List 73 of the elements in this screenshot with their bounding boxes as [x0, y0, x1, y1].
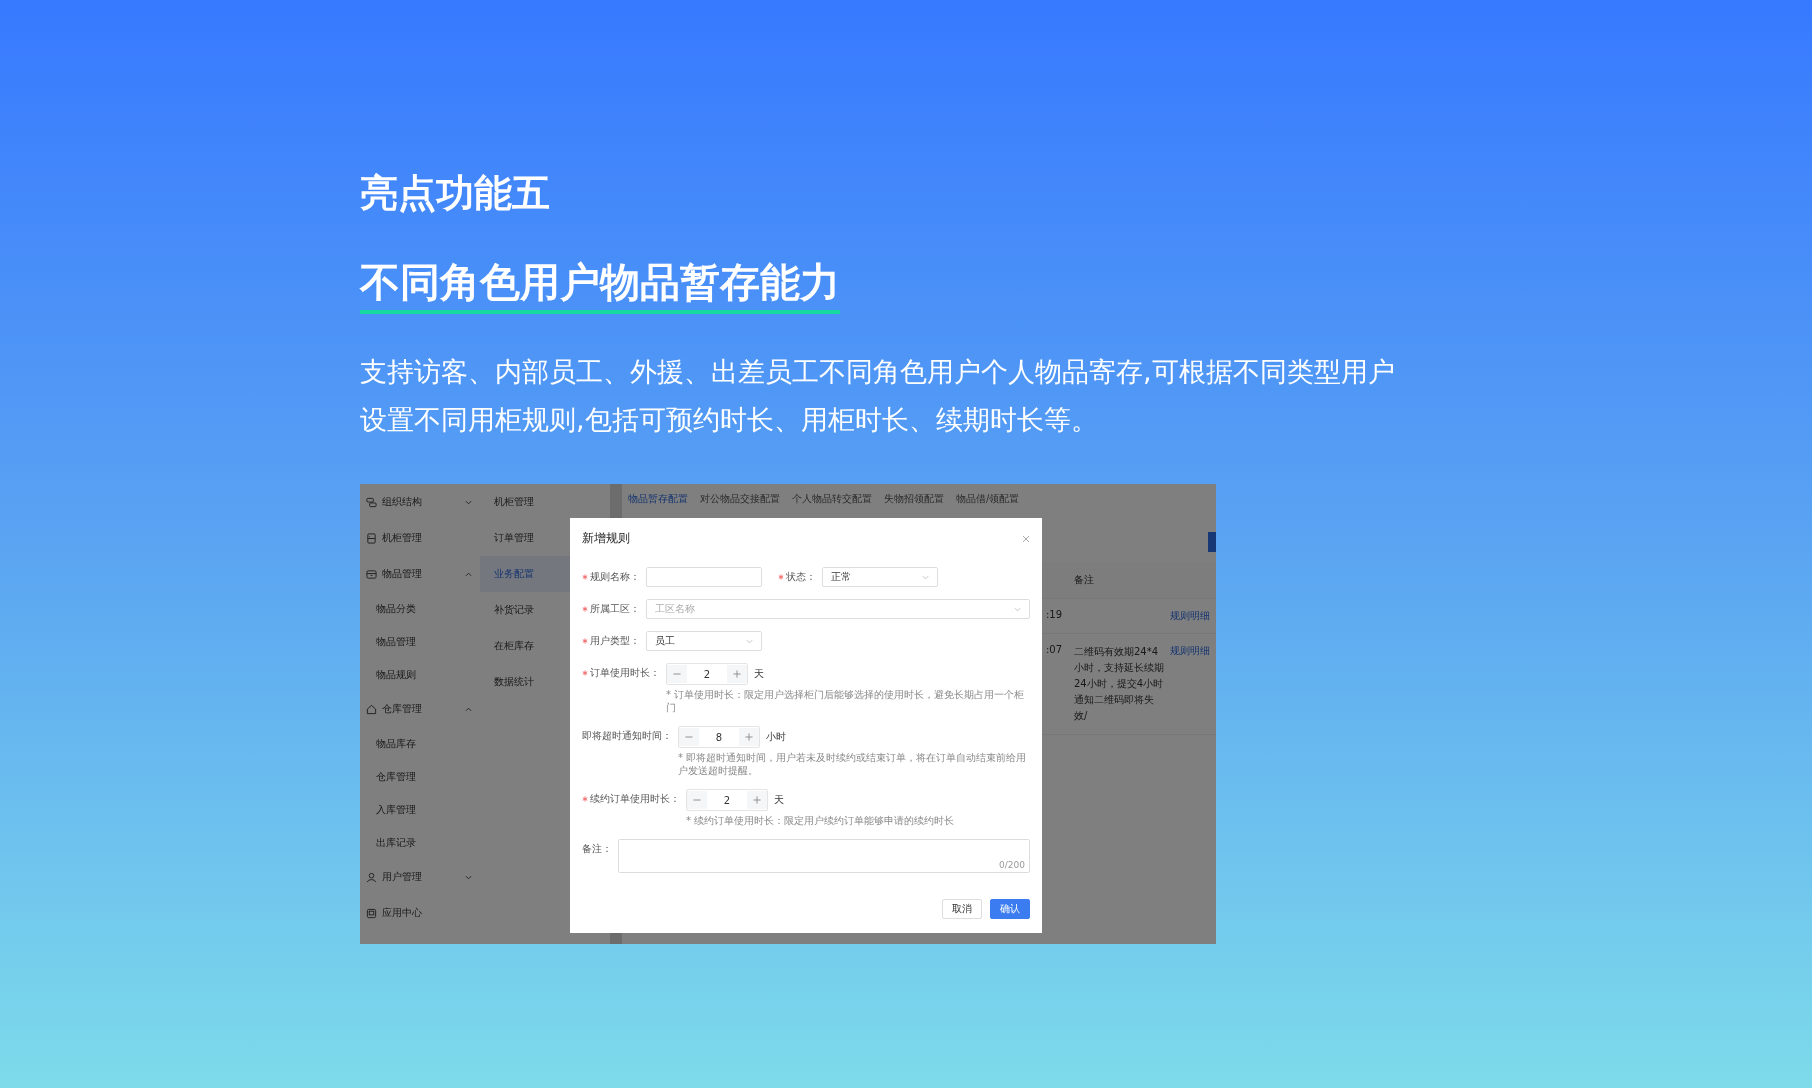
field-hint: * 订单使用时长：限定用户选择柜门后能够选择的使用时长，避免长期占用一个柜门: [666, 688, 1026, 714]
column-header: 备注: [1073, 573, 1095, 587]
submenu-item[interactable]: 机柜管理: [480, 484, 610, 520]
app-icon: [366, 907, 377, 919]
unit-label: 天: [774, 793, 784, 807]
cancel-button[interactable]: 取消: [942, 899, 982, 919]
user-icon: [366, 871, 377, 883]
config-tab[interactable]: 对公物品交接配置: [700, 492, 780, 506]
minus-icon[interactable]: [679, 728, 699, 746]
sidebar-item[interactable]: 应用中心: [360, 895, 480, 931]
sidebar-subitem[interactable]: 仓库管理: [360, 760, 480, 793]
sidebar-item[interactable]: 仓库管理: [360, 691, 480, 727]
table-cell: 二维码有效期24*4小时，支持延长续期24小时，提交4小时通知二维码即将失效/: [1074, 646, 1164, 721]
house-icon: [366, 703, 377, 715]
field-label: 状态：: [786, 570, 816, 584]
minus-icon[interactable]: [667, 665, 687, 683]
chevron-icon: [465, 499, 472, 505]
chevron-icon: [922, 574, 929, 580]
sidebar-subitem[interactable]: 物品库存: [360, 727, 480, 760]
sidebar-subitem[interactable]: 物品分类: [360, 592, 480, 625]
plus-icon[interactable]: [727, 665, 747, 683]
sidebar-subitem[interactable]: 物品规则: [360, 658, 480, 691]
sidebar-subitem[interactable]: 入库管理: [360, 793, 480, 826]
cabinet-icon: [366, 532, 377, 544]
sidebar-subitem[interactable]: 出库记录: [360, 826, 480, 859]
sidebar-item[interactable]: 物品管理: [360, 556, 480, 592]
feature-title: 不同角色用户物品暂存能力: [360, 258, 840, 314]
field-label: 用户类型：: [590, 634, 640, 648]
select-field[interactable]: 正常: [822, 567, 938, 587]
chevron-icon: [465, 571, 472, 577]
sidebar-item[interactable]: 用户管理: [360, 859, 480, 895]
table-cell: :07: [1045, 644, 1062, 655]
select-field[interactable]: 工区名称: [646, 599, 1030, 619]
number-stepper[interactable]: 2: [666, 663, 748, 685]
dialog-title: 新增规则: [582, 530, 630, 547]
detail-link[interactable]: 规则明细: [1170, 610, 1210, 621]
number-stepper[interactable]: 8: [678, 726, 760, 748]
feature-description: 支持访客、内部员工、外援、出差员工不同角色用户个人物品寄存,可根据不同类型用户设置不同用柜规则,包括可预约时长、用柜时长、续期时长等。: [360, 355, 1396, 437]
sidebar-item[interactable]: 组织结构: [360, 484, 480, 520]
field-label: 订单使用时长：: [590, 666, 660, 680]
config-tab[interactable]: 个人物品转交配置: [792, 492, 872, 506]
field-label: 续约订单使用时长：: [590, 792, 680, 806]
sidebar-subitem[interactable]: 物品管理: [360, 625, 480, 658]
text-field[interactable]: [646, 567, 762, 587]
box-icon: [366, 568, 377, 580]
field-hint: * 即将超时通知时间，用户若未及时续约或结束订单，将在订单自动结束前给用户发送超时提醒。: [678, 751, 1028, 777]
field-label: 所属工区：: [590, 602, 640, 616]
chevron-icon: [746, 638, 753, 644]
config-tab[interactable]: 物品暂存配置: [628, 492, 688, 506]
minus-icon[interactable]: [687, 791, 707, 809]
number-stepper[interactable]: 2: [686, 789, 768, 811]
add-button[interactable]: [1208, 532, 1216, 552]
org-icon: [366, 496, 377, 508]
sidebar-item[interactable]: 机柜管理: [360, 520, 480, 556]
detail-link[interactable]: 规则明细: [1170, 645, 1210, 656]
chevron-icon: [465, 706, 472, 712]
field-hint: * 续约订单使用时长：限定用户续约订单能够申请的续约时长: [686, 814, 955, 827]
config-tab[interactable]: 物品借/领配置: [956, 492, 1020, 506]
field-label: 备注：: [582, 842, 612, 856]
chevron-icon: [1014, 606, 1021, 612]
chevron-icon: [465, 874, 472, 880]
confirm-button[interactable]: 确认: [990, 899, 1030, 919]
section-heading: 亮点功能五: [360, 170, 551, 216]
plus-icon[interactable]: [747, 791, 767, 809]
plus-icon[interactable]: [739, 728, 759, 746]
remark-field[interactable]: 0/200: [618, 839, 1030, 873]
field-label: 即将超时通知时间：: [582, 729, 672, 743]
table-cell: :19: [1045, 609, 1062, 620]
select-field[interactable]: 员工: [646, 631, 762, 651]
unit-label: 小时: [766, 730, 786, 744]
config-tab[interactable]: 失物招领配置: [884, 492, 944, 506]
unit-label: 天: [754, 667, 764, 681]
close-icon[interactable]: [1022, 534, 1030, 543]
